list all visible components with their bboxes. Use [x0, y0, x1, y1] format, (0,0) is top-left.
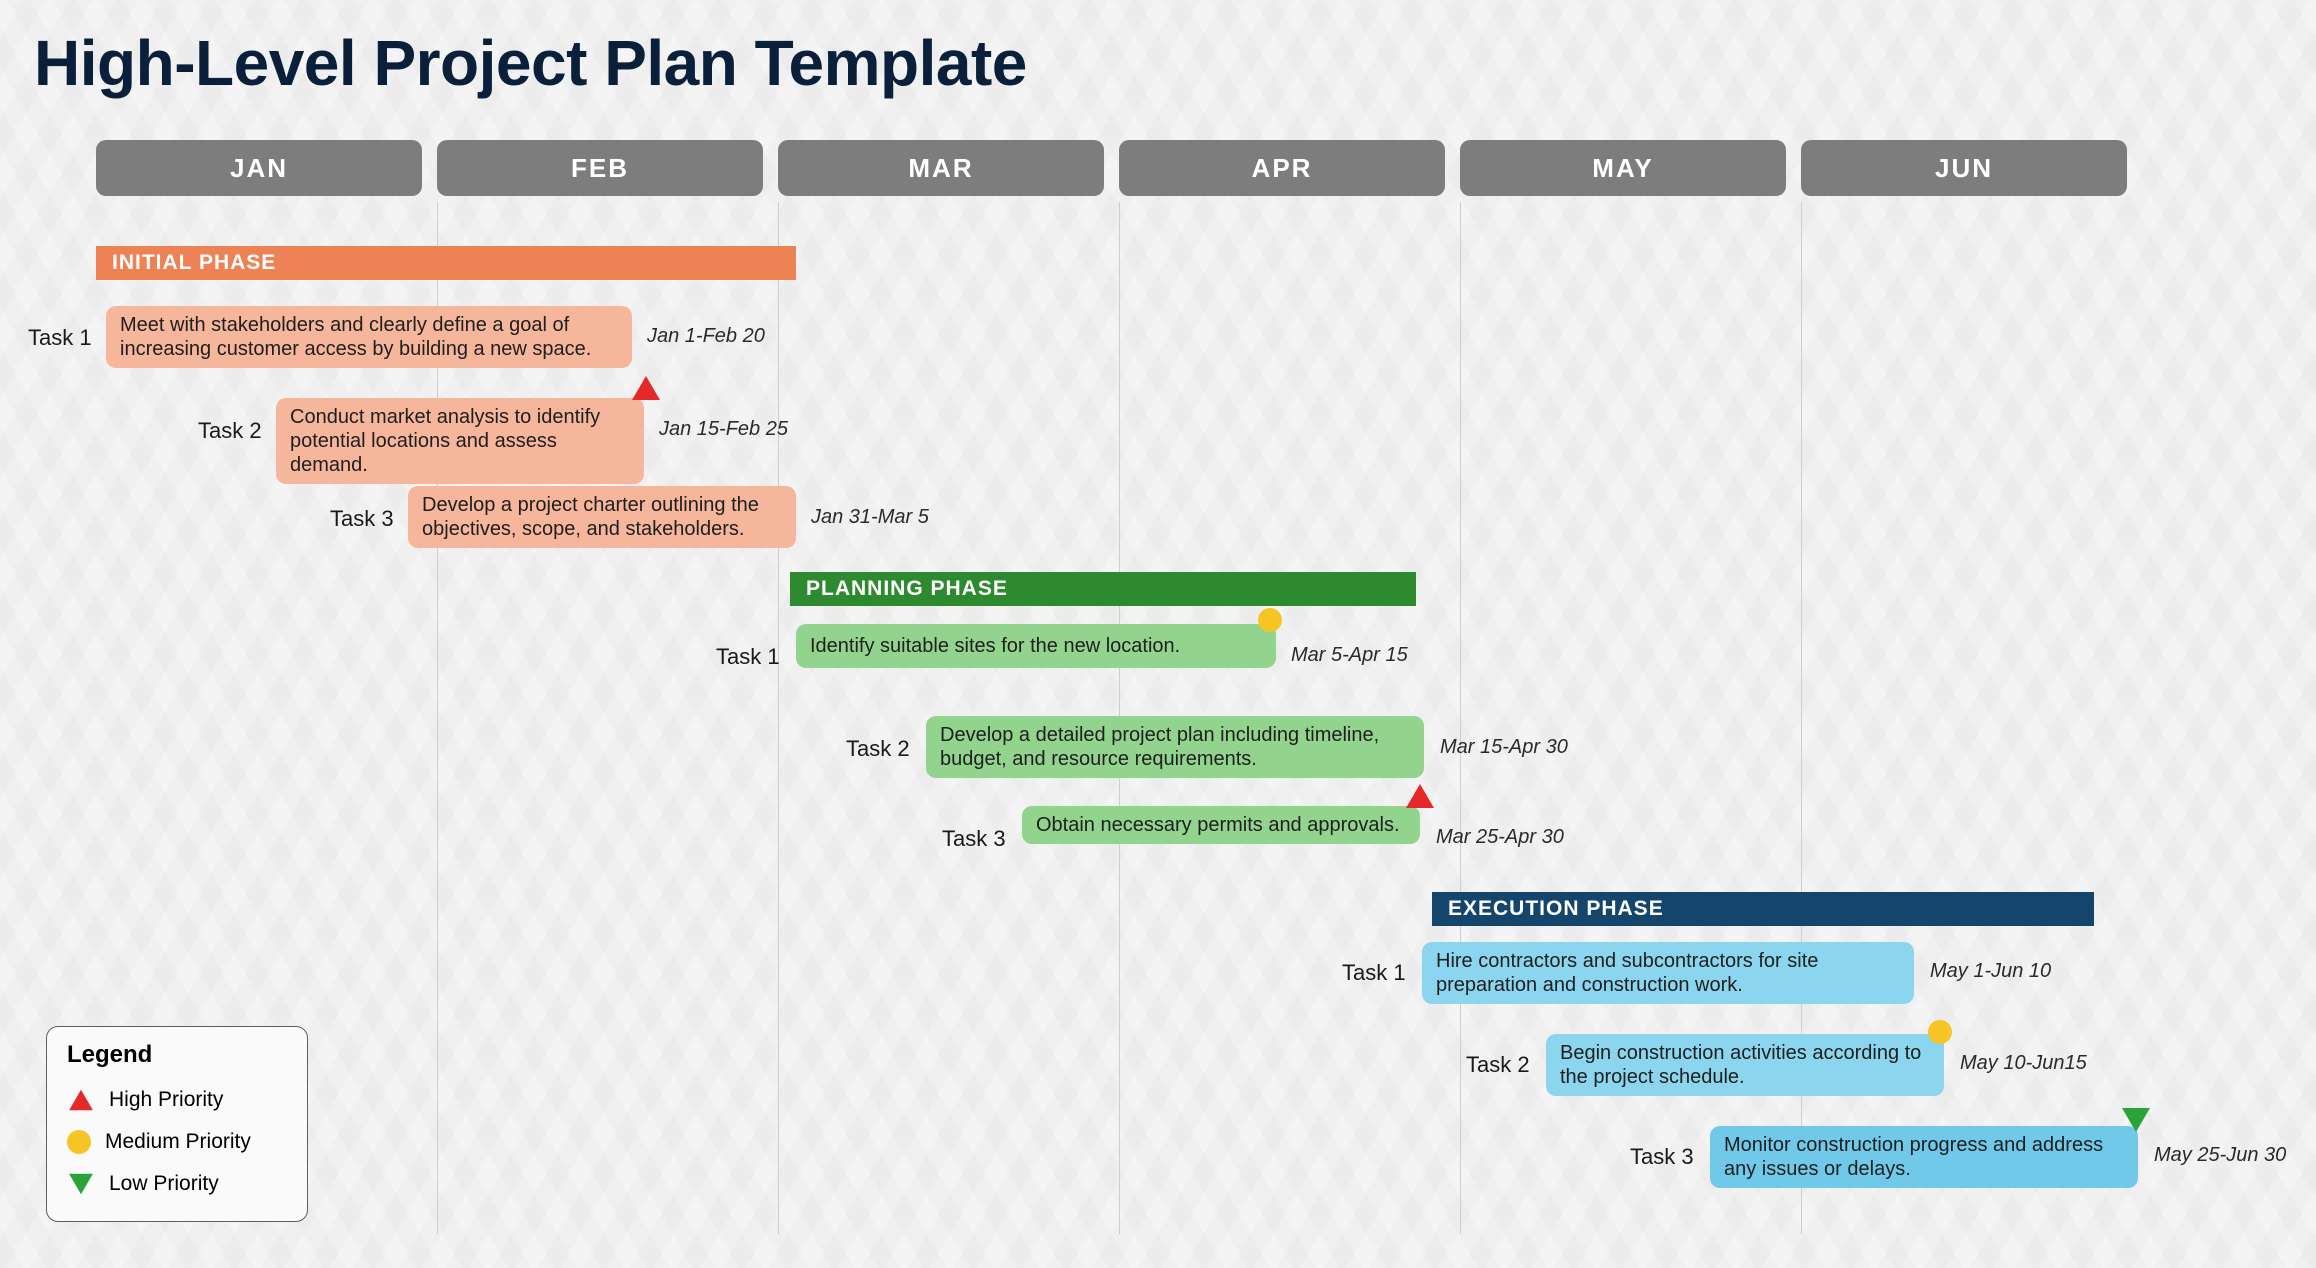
page-title: High-Level Project Plan Template	[34, 26, 1027, 100]
task-bar: Conduct market analysis to identify pote…	[276, 398, 644, 484]
task-bar: Identify suitable sites for the new loca…	[796, 624, 1276, 668]
task-bar: Hire contractors and subcontractors for …	[1422, 942, 1914, 1004]
task-date-range: May 25-Jun 30	[2154, 1144, 2286, 1167]
task-bar: Develop a project charter outlining the …	[408, 486, 796, 548]
task-label: Task 1	[716, 644, 780, 670]
legend-item: High Priority	[67, 1079, 287, 1121]
month-header-feb: FEB	[437, 140, 763, 196]
month-gridline	[778, 202, 779, 1234]
month-header-jun: JUN	[1801, 140, 2127, 196]
phase-header-1: PLANNING PHASE	[790, 572, 1416, 606]
priority-marker-tri-up-red	[1406, 784, 1434, 808]
legend-label: Medium Priority	[105, 1130, 251, 1154]
task-label: Task 3	[942, 826, 1006, 852]
task-date-range: Mar 5-Apr 15	[1291, 644, 1408, 667]
phase-header-0: INITIAL PHASE	[96, 246, 796, 280]
task-bar: Develop a detailed project plan includin…	[926, 716, 1424, 778]
legend-box: Legend High Priority Medium Priority Low P…	[46, 1026, 308, 1222]
task-label: Task 1	[1342, 960, 1406, 986]
priority-marker-tri-up-red	[632, 376, 660, 400]
month-header-jan: JAN	[96, 140, 422, 196]
legend-icon-circ-yellow	[67, 1130, 91, 1154]
legend-title: Legend	[67, 1041, 287, 1069]
task-label: Task 2	[1466, 1052, 1530, 1078]
month-header-mar: MAR	[778, 140, 1104, 196]
task-date-range: May 10-Jun15	[1960, 1052, 2087, 1075]
legend-item: Low Priority	[67, 1163, 287, 1205]
month-header-may: MAY	[1460, 140, 1786, 196]
legend-icon-tri-down-green	[69, 1174, 93, 1194]
phase-header-2: EXECUTION PHASE	[1432, 892, 2094, 926]
legend-icon-tri-up-red	[69, 1090, 93, 1110]
priority-marker-tri-down-green	[2122, 1108, 2150, 1132]
legend-label: High Priority	[109, 1088, 223, 1112]
task-label: Task 2	[198, 418, 262, 444]
legend-item: Medium Priority	[67, 1121, 287, 1163]
task-label: Task 1	[28, 325, 92, 351]
task-bar: Meet with stakeholders and clearly defin…	[106, 306, 632, 368]
task-date-range: Mar 25-Apr 30	[1436, 826, 1564, 849]
task-bar: Obtain necessary permits and approvals.	[1022, 806, 1420, 844]
legend-label: Low Priority	[109, 1172, 219, 1196]
priority-marker-circ-yellow	[1258, 608, 1282, 632]
task-date-range: Jan 15-Feb 25	[659, 418, 788, 441]
task-date-range: Jan 1-Feb 20	[647, 325, 765, 348]
task-bar: Monitor construction progress and addres…	[1710, 1126, 2138, 1188]
task-date-range: Mar 15-Apr 30	[1440, 736, 1568, 759]
task-date-range: May 1-Jun 10	[1930, 960, 2051, 983]
priority-marker-circ-yellow	[1928, 1020, 1952, 1044]
task-label: Task 3	[1630, 1144, 1694, 1170]
month-header-row: JAN FEB MAR APR MAY JUN	[96, 140, 2127, 196]
task-label: Task 2	[846, 736, 910, 762]
month-header-apr: APR	[1119, 140, 1445, 196]
task-bar: Begin construction activities according …	[1546, 1034, 1944, 1096]
task-date-range: Jan 31-Mar 5	[811, 506, 929, 529]
task-label: Task 3	[330, 506, 394, 532]
month-gridline	[1460, 202, 1461, 1234]
